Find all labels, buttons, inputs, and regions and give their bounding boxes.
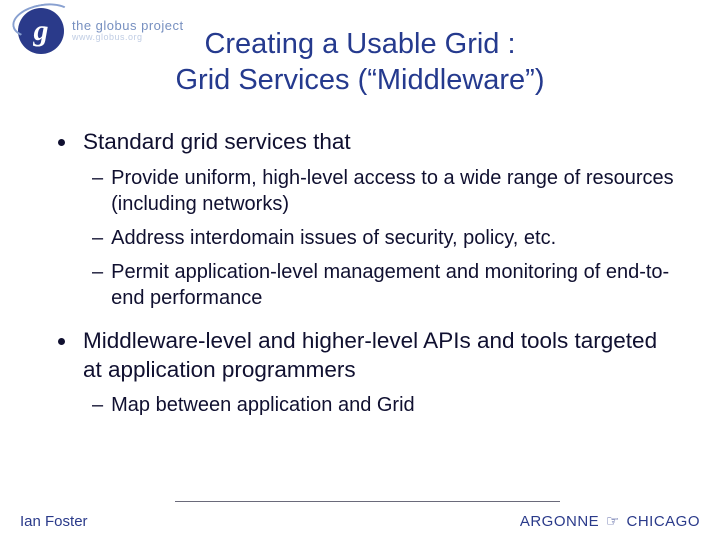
slide-footer: Ian Foster ARGONNE ☞ CHICAGO — [20, 512, 700, 530]
bullet-level2: – Address interdomain issues of security… — [92, 225, 680, 251]
slide-title-line1: Creating a Usable Grid : — [0, 26, 720, 62]
slide-title-line2: Grid Services (“Middleware”) — [0, 62, 720, 98]
bullet-dot-icon — [58, 338, 65, 345]
bullet-level1: Middleware-level and higher-level APIs a… — [58, 327, 680, 385]
bullet-text: Permit application-level management and … — [111, 259, 680, 311]
dash-icon: – — [92, 165, 103, 217]
slide-body: Standard grid services that – Provide un… — [58, 128, 680, 426]
dash-icon: – — [92, 225, 103, 251]
footer-affiliation: ARGONNE ☞ CHICAGO — [520, 512, 700, 530]
bullet-dot-icon — [58, 139, 65, 146]
bullet-level2: – Map between application and Grid — [92, 392, 680, 418]
footer-author: Ian Foster — [20, 513, 88, 530]
bullet-text: Standard grid services that — [83, 128, 351, 157]
footer-org-a: ARGONNE — [520, 513, 599, 530]
bullet-level2: – Permit application-level management an… — [92, 259, 680, 311]
bullet-level2: – Provide uniform, high-level access to … — [92, 165, 680, 217]
bullet-text: Map between application and Grid — [111, 392, 415, 418]
bullet-text: Middleware-level and higher-level APIs a… — [83, 327, 680, 385]
footer-divider — [175, 501, 560, 502]
pointing-hand-icon: ☞ — [604, 513, 622, 530]
bullet-level1: Standard grid services that — [58, 128, 680, 157]
bullet-text: Provide uniform, high-level access to a … — [111, 165, 680, 217]
slide-title: Creating a Usable Grid : Grid Services (… — [0, 26, 720, 99]
dash-icon: – — [92, 259, 103, 311]
dash-icon: – — [92, 392, 103, 418]
bullet-text: Address interdomain issues of security, … — [111, 225, 556, 251]
footer-org-b: CHICAGO — [626, 513, 700, 530]
